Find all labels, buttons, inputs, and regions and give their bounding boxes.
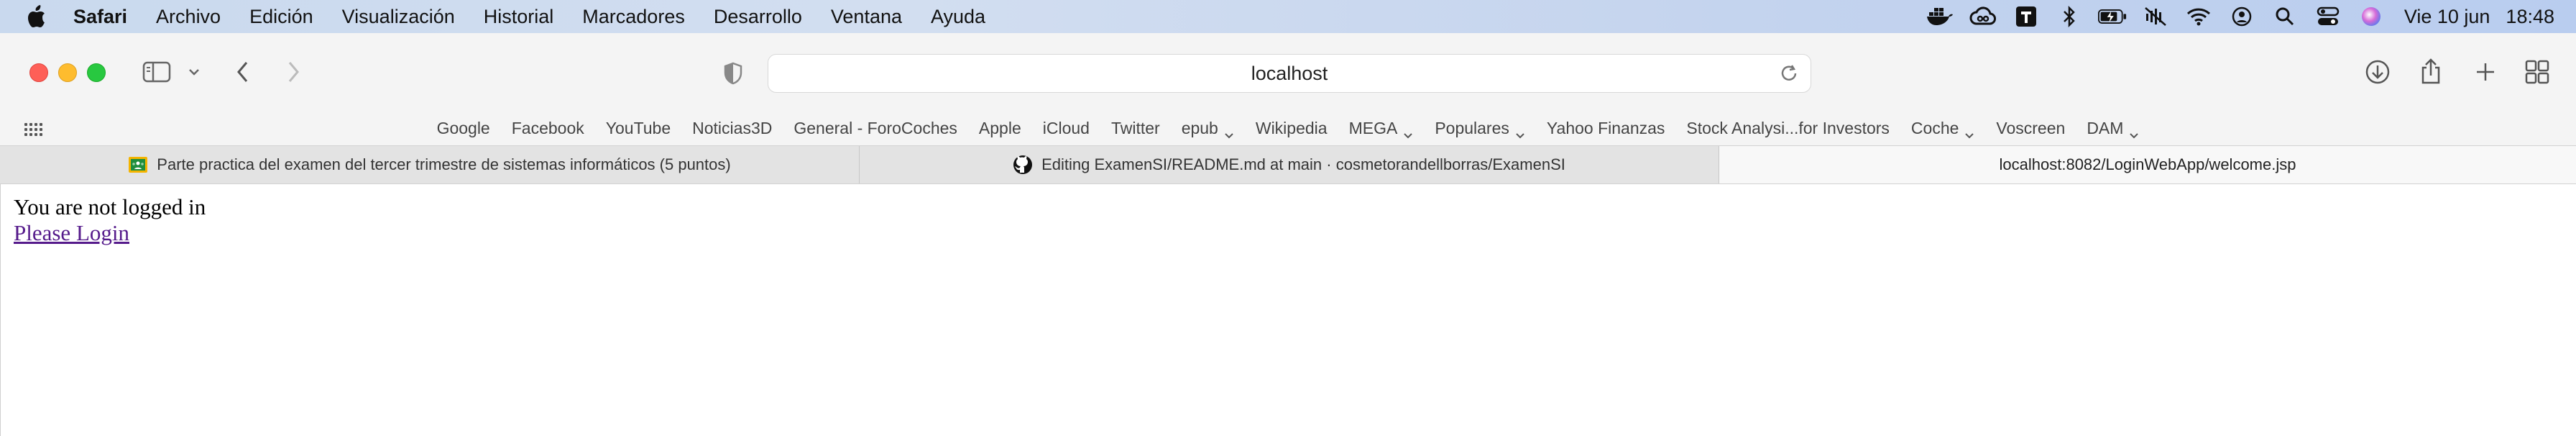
safari-toolbar: localhost xyxy=(0,33,2576,111)
favorite-noticias3d[interactable]: Noticias3D xyxy=(692,119,772,138)
menu-visualizacion[interactable]: Visualización xyxy=(342,6,455,28)
typora-icon[interactable] xyxy=(2012,5,2041,28)
favorite-label: Wikipedia xyxy=(1255,118,1328,137)
favorite-mega[interactable]: MEGA xyxy=(1348,118,1414,139)
menu-ventana[interactable]: Ventana xyxy=(831,6,902,28)
favorite-label: Twitter xyxy=(1110,118,1160,137)
chevron-down-icon xyxy=(1224,124,1234,139)
tab-overview-icon[interactable] xyxy=(2523,58,2552,86)
favorite-label: Yahoo Finanzas xyxy=(1546,118,1665,137)
menu-historial[interactable]: Historial xyxy=(484,6,554,28)
tab-github[interactable]: Editing ExamenSI/README.md at main · cos… xyxy=(860,146,1719,183)
favorite-label: General - ForoCoches xyxy=(794,118,957,137)
window-maximize-button[interactable] xyxy=(87,63,106,82)
favorite-label: epub xyxy=(1181,118,1218,137)
favorite-wikipedia[interactable]: Wikipedia xyxy=(1256,119,1328,138)
battery-icon[interactable] xyxy=(2097,5,2127,28)
menu-marcadores[interactable]: Marcadores xyxy=(582,6,685,28)
favorite-label: Noticias3D xyxy=(692,118,773,137)
favorite-label: Apple xyxy=(978,118,1021,137)
app-menu-safari[interactable]: Safari xyxy=(73,6,127,28)
favorite-twitter[interactable]: Twitter xyxy=(1111,119,1160,138)
bluetooth-icon[interactable] xyxy=(2055,5,2084,28)
tab-title: localhost:8082/LoginWebApp/welcome.jsp xyxy=(1999,155,2296,173)
new-tab-plus-icon[interactable] xyxy=(2471,58,2500,86)
favorite-label: DAM xyxy=(2087,118,2124,137)
favorites-bar: Google Facebook YouTube Noticias3D General -… xyxy=(0,111,2576,145)
window-minimize-button[interactable] xyxy=(58,63,77,82)
user-icon[interactable] xyxy=(2227,5,2256,28)
menu-archivo[interactable]: Archivo xyxy=(156,6,221,28)
favorite-label: Populares xyxy=(1435,118,1509,137)
favorites-list: Google Facebook YouTube Noticias3D General -… xyxy=(0,111,2576,145)
clock-time: 18:48 xyxy=(2506,5,2554,27)
siri-icon[interactable] xyxy=(2357,5,2386,28)
please-login-link[interactable]: Please Login xyxy=(14,220,129,246)
control-center-icon[interactable] xyxy=(2314,5,2342,28)
chevron-down-icon xyxy=(2129,124,2139,139)
privacy-shield-icon[interactable] xyxy=(719,60,748,86)
login-status-text: You are not logged in xyxy=(14,194,206,219)
favorite-icloud[interactable]: iCloud xyxy=(1043,119,1090,138)
favorite-label: Voscreen xyxy=(1996,118,2066,137)
favorite-stock-analysi-for-investors[interactable]: Stock Analysi...for Investors xyxy=(1686,119,1890,138)
back-chevron-icon[interactable] xyxy=(230,58,256,86)
menu-desarrollo[interactable]: Desarrollo xyxy=(714,6,802,28)
docker-icon[interactable] xyxy=(1926,5,1954,28)
tab-classroom[interactable]: Parte practica del examen del tercer tri… xyxy=(0,146,860,183)
tab-bar: Parte practica del examen del tercer tri… xyxy=(0,145,2576,184)
downloads-icon[interactable] xyxy=(2363,58,2392,86)
favorite-coche[interactable]: Coche xyxy=(1910,118,1974,139)
favorite-dam[interactable]: DAM xyxy=(2087,118,2139,139)
creative-cloud-icon[interactable] xyxy=(1969,5,1997,28)
favorite-voscreen[interactable]: Voscreen xyxy=(1996,119,2065,138)
apple-menu-icon[interactable] xyxy=(26,4,47,29)
favorite-label: iCloud xyxy=(1042,118,1090,137)
macos-menu-bar: Safari Archivo Edición Visualización His… xyxy=(0,0,2576,33)
sidebar-toggle-icon[interactable] xyxy=(141,58,172,86)
sidebar-menu-chevron-down-icon[interactable] xyxy=(185,62,203,82)
spotlight-icon[interactable] xyxy=(2271,5,2299,28)
web-page-content: You are not logged in Please Login xyxy=(0,184,2576,436)
favorite-label: Coche xyxy=(1910,118,1959,137)
github-icon xyxy=(1013,155,1033,175)
address-bar[interactable]: localhost xyxy=(768,54,1811,93)
favorite-yahoo-finanzas[interactable]: Yahoo Finanzas xyxy=(1547,119,1665,138)
favorite-epub[interactable]: epub xyxy=(1181,118,1234,139)
clock-date: Vie 10 jun xyxy=(2404,5,2490,27)
menu-bar-clock[interactable]: Vie 10 jun 18:48 xyxy=(2404,6,2554,28)
menu-ayuda[interactable]: Ayuda xyxy=(931,6,985,28)
favorite-label: YouTube xyxy=(605,118,671,137)
favorite-facebook[interactable]: Facebook xyxy=(512,119,584,138)
forward-chevron-icon[interactable] xyxy=(280,58,306,86)
favorite-apple[interactable]: Apple xyxy=(979,119,1021,138)
favorite-label: Stock Analysi...for Investors xyxy=(1686,118,1890,137)
tab-localhost-active[interactable]: localhost:8082/LoginWebApp/welcome.jsp xyxy=(1719,146,2576,183)
window-close-button[interactable] xyxy=(29,63,48,82)
address-text: localhost xyxy=(1251,62,1328,84)
tab-title: Parte practica del examen del tercer tri… xyxy=(157,155,731,173)
classroom-icon xyxy=(128,155,148,175)
tab-title: Editing ExamenSI/README.md at main · cos… xyxy=(1041,155,1565,173)
chevron-down-icon xyxy=(1515,124,1525,139)
menu-edicion[interactable]: Edición xyxy=(249,6,313,28)
reload-icon[interactable] xyxy=(1777,62,1800,85)
favorite-label: MEGA xyxy=(1348,118,1398,137)
chevron-down-icon xyxy=(1403,124,1413,139)
share-icon[interactable] xyxy=(2416,56,2445,86)
favorite-label: Facebook xyxy=(511,118,584,137)
muted-icon[interactable] xyxy=(2141,5,2170,28)
menu-bar-status-area: Vie 10 jun 18:48 xyxy=(1911,0,2554,33)
favorite-google[interactable]: Google xyxy=(437,119,490,138)
favorite-general-forocoches[interactable]: General - ForoCoches xyxy=(794,119,957,138)
favorite-youtube[interactable]: YouTube xyxy=(606,119,671,138)
favorite-populares[interactable]: Populares xyxy=(1435,118,1525,139)
wifi-icon[interactable] xyxy=(2184,5,2213,28)
chevron-down-icon xyxy=(1964,124,1974,139)
favorite-label: Google xyxy=(436,118,490,137)
